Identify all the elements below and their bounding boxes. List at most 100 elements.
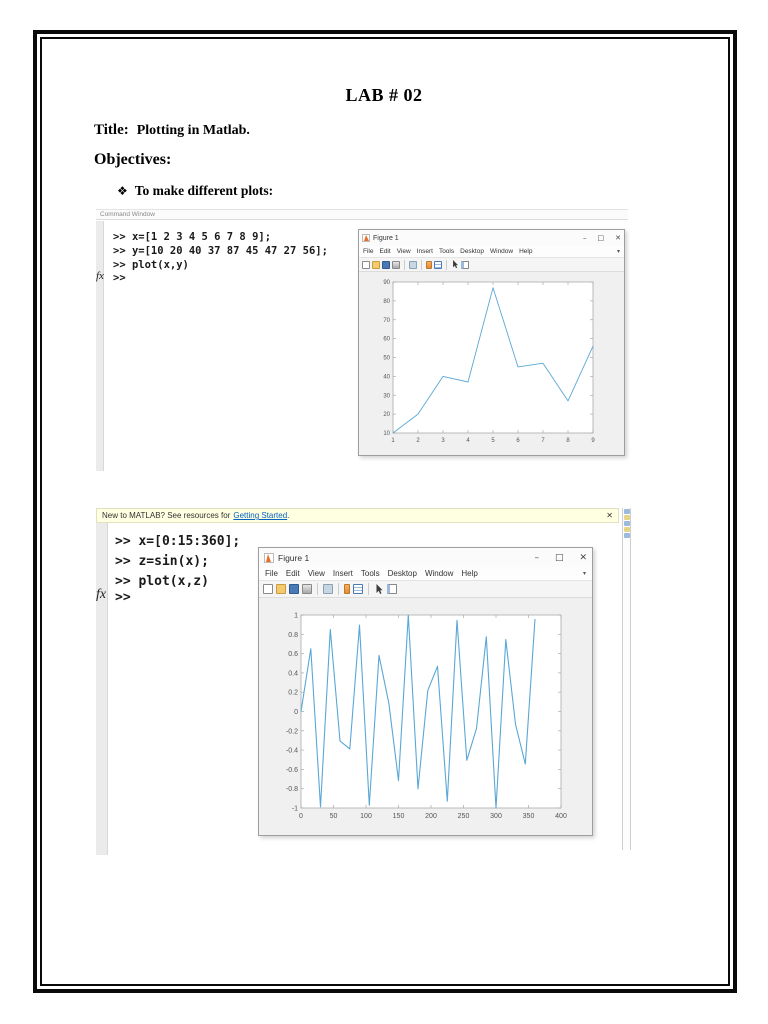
toolbar-separator [421, 259, 422, 270]
svg-text:5: 5 [491, 438, 495, 444]
mini-panel-icon[interactable] [623, 527, 630, 532]
menu-window[interactable]: Window [425, 569, 453, 578]
banner-close-icon[interactable]: ✕ [606, 511, 613, 520]
command-window-left-gutter [96, 523, 108, 855]
menu-edit[interactable]: Edit [286, 569, 300, 578]
menu-desktop[interactable]: Desktop [388, 569, 417, 578]
matlab-screenshot-2: New to MATLAB? See resources for Getting… [96, 508, 619, 855]
menu-tools[interactable]: Tools [439, 248, 454, 255]
mini-panel-icon[interactable] [623, 533, 630, 538]
menu-help[interactable]: Help [519, 248, 532, 255]
menu-file[interactable]: File [265, 569, 278, 578]
command-window-left-gutter [96, 221, 104, 471]
command-window-header: Command Window [96, 210, 628, 220]
getting-started-link[interactable]: Getting Started [233, 511, 287, 520]
svg-text:300: 300 [490, 813, 502, 820]
figure-window-2: Figure 1 – □ ✕ File Edit View Insert Too… [258, 547, 593, 836]
link-plot-icon[interactable] [409, 260, 417, 269]
property-inspector-icon[interactable] [461, 260, 469, 269]
svg-text:-0.6: -0.6 [286, 767, 298, 774]
code-line: >> x=[0:15:360]; [115, 534, 241, 549]
link-plot-icon[interactable] [323, 584, 333, 594]
svg-text:60: 60 [383, 337, 390, 343]
svg-text:350: 350 [523, 813, 535, 820]
figure-titlebar[interactable]: Figure 1 – □ ✕ [359, 230, 624, 246]
menu-tools[interactable]: Tools [361, 569, 380, 578]
title-value: Plotting in Matlab. [136, 123, 250, 138]
toolbar-separator [317, 583, 318, 595]
figure-titlebar[interactable]: Figure 1 – □ ✕ [259, 548, 592, 567]
open-file-icon[interactable] [372, 260, 380, 269]
code-line: >> plot(x,z) [115, 574, 209, 589]
svg-text:0: 0 [299, 813, 303, 820]
maximize-button[interactable]: □ [555, 553, 564, 563]
toolbar-separator [404, 259, 405, 270]
svg-text:250: 250 [458, 813, 470, 820]
figure-plot-area-2: 0 50 100 150 200 250 300 350 400 -1 -0.8 -0.6 -0.4 -0… [259, 598, 592, 835]
svg-text:200: 200 [425, 813, 437, 820]
edit-plot-cursor-icon[interactable] [451, 260, 459, 269]
toolbar-separator [446, 259, 447, 270]
command-prompt[interactable]: >> [113, 272, 126, 284]
insert-legend-icon[interactable] [353, 584, 363, 594]
svg-text:-0.8: -0.8 [286, 786, 298, 793]
svg-text:80: 80 [383, 299, 390, 305]
new-figure-icon[interactable] [263, 584, 273, 594]
menu-edit[interactable]: Edit [379, 248, 390, 255]
insert-colorbar-icon[interactable] [426, 260, 432, 269]
close-button[interactable]: ✕ [579, 553, 587, 563]
figure-toolbar [359, 258, 624, 272]
menu-insert[interactable]: Insert [417, 248, 433, 255]
mini-panel-icon[interactable] [623, 515, 630, 520]
edit-plot-cursor-icon[interactable] [374, 583, 384, 594]
line-chart-svg: 0 50 100 150 200 250 300 350 400 -1 -0.8 -0.6 -0.4 -0… [286, 612, 567, 820]
objective-item: ❖ To make different plots: [117, 183, 274, 198]
svg-text:6: 6 [516, 438, 520, 444]
minimize-button[interactable]: – [583, 234, 587, 242]
code-line: >> z=sin(x); [115, 554, 209, 569]
collapsed-panel-strip[interactable] [622, 508, 631, 850]
svg-text:-0.2: -0.2 [286, 728, 298, 735]
menu-insert[interactable]: Insert [333, 569, 353, 578]
menu-help[interactable]: Help [461, 569, 477, 578]
document-page: LAB # 02 Title: Plotting in Matlab. Objec… [0, 0, 768, 1024]
command-prompt[interactable]: >> [115, 590, 131, 605]
svg-text:20: 20 [383, 412, 390, 418]
save-icon[interactable] [382, 260, 390, 269]
menu-desktop[interactable]: Desktop [460, 248, 484, 255]
insert-colorbar-icon[interactable] [344, 584, 350, 594]
svg-text:50: 50 [383, 356, 390, 362]
close-button[interactable]: ✕ [615, 234, 621, 242]
title-line: Title: Plotting in Matlab. [94, 122, 250, 139]
figure-window-1: Figure 1 – □ ✕ File Edit View Insert Too… [358, 229, 625, 456]
svg-text:3: 3 [441, 438, 445, 444]
save-icon[interactable] [289, 584, 299, 594]
figure-toolbar [259, 581, 592, 598]
mini-panel-icon[interactable] [623, 521, 630, 526]
menu-overflow-icon[interactable]: ▾ [617, 248, 620, 255]
open-file-icon[interactable] [276, 584, 286, 594]
menu-overflow-icon[interactable]: ▾ [583, 570, 586, 577]
maximize-button[interactable]: □ [598, 234, 605, 242]
menu-view[interactable]: View [308, 569, 325, 578]
banner-period: . [287, 511, 290, 520]
fx-function-hint[interactable]: fx [96, 270, 104, 282]
command-window-code[interactable]: >> x=[1 2 3 4 5 6 7 8 9]; >> y=[10 20 40 … [113, 230, 328, 272]
svg-text:30: 30 [383, 393, 390, 399]
print-icon[interactable] [392, 260, 400, 269]
property-inspector-icon[interactable] [387, 584, 397, 594]
menu-window[interactable]: Window [490, 248, 513, 255]
command-window-code[interactable]: >> x=[0:15:360]; >> z=sin(x); >> plot(x,z) [115, 532, 240, 592]
svg-text:400: 400 [555, 813, 567, 820]
mini-panel-icon[interactable] [623, 509, 630, 514]
print-icon[interactable] [302, 584, 312, 594]
menu-view[interactable]: View [397, 248, 411, 255]
matlab-app-icon [362, 234, 370, 242]
menu-file[interactable]: File [363, 248, 373, 255]
minimize-button[interactable]: – [534, 553, 539, 563]
svg-text:50: 50 [330, 813, 338, 820]
fx-function-hint[interactable]: fx [96, 587, 106, 603]
new-figure-icon[interactable] [362, 260, 370, 269]
insert-legend-icon[interactable] [434, 260, 442, 269]
svg-text:100: 100 [360, 813, 372, 820]
